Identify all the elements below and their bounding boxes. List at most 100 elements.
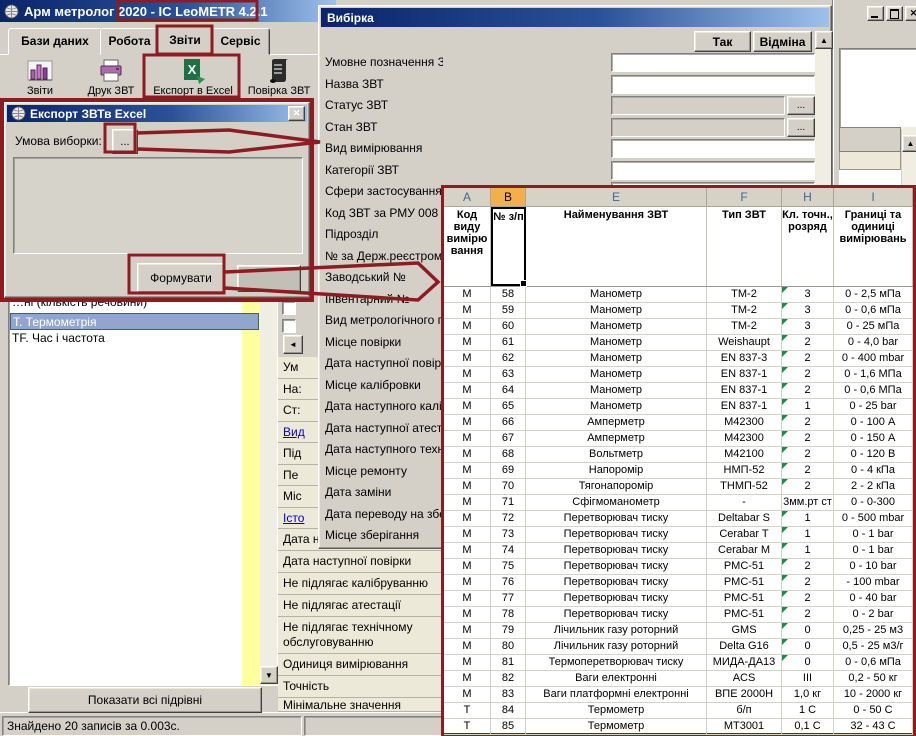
checkbox-2[interactable]	[282, 319, 296, 333]
table-cell: 78	[491, 607, 526, 623]
column-header-F[interactable]: Тип ЗВТ	[707, 207, 782, 286]
table-row[interactable]: М82Ваги електронніACSIII0,2 - 50 кг	[444, 671, 913, 687]
scroll-up-icon[interactable]: ▲	[902, 135, 916, 152]
column-header-E[interactable]: Найменування ЗВТ	[526, 207, 707, 286]
field-input-5[interactable]	[611, 161, 815, 180]
list-item-partial[interactable]: …ні (кількість речовини)	[10, 301, 238, 313]
field-input-2[interactable]	[611, 96, 785, 115]
table-row[interactable]: М76Перетворювач тискуPMC-512- 100 mbar	[444, 575, 913, 591]
table-row[interactable]: Т85ТермометрМТ30010,1 С32 - 43 С	[444, 719, 913, 735]
tab-Сервіс[interactable]: Сервіс	[211, 28, 270, 55]
browse-condition-button[interactable]: ...	[112, 129, 138, 154]
column-letter-F[interactable]: F	[707, 188, 782, 206]
list-scrollbar[interactable]: ▼	[260, 301, 277, 685]
table-cell: 2 - 2 кПа	[834, 479, 913, 495]
maximize-button[interactable]	[886, 6, 903, 21]
detail-row[interactable]: Не підлягає калібруванню	[278, 573, 441, 595]
column-letter-A[interactable]: A	[444, 188, 491, 206]
column-letter-I[interactable]: I	[834, 188, 913, 206]
table-row[interactable]: М66АмперметрМ4230020 - 100 А	[444, 415, 913, 431]
table-cell: НМП-52	[707, 463, 782, 479]
show-all-sublevels-button[interactable]: Показати всі підрівні	[28, 687, 262, 713]
toolbar-button-scroll[interactable]: Повірка ЗВТ	[242, 57, 316, 97]
table-cell: МТ3001	[707, 719, 782, 735]
table-cell: 0 - 100 А	[834, 415, 913, 431]
cancel-button[interactable]: Відміна	[753, 31, 812, 52]
table-row[interactable]: М65МанометрEN 837-110 - 25 bar	[444, 399, 913, 415]
list-item[interactable]: Т. Термометрія	[10, 313, 259, 330]
column-header-H[interactable]: Кл. точн., розряд	[782, 207, 834, 286]
table-cell: Weishaupt	[707, 335, 782, 351]
selection-dialog-titlebar[interactable]: Вибірка	[321, 8, 829, 27]
table-row[interactable]: М73Перетворювач тискуCerabar T10 - 1 bar	[444, 527, 913, 543]
column-header-A[interactable]: Код виду вимірю вання	[444, 207, 491, 286]
background-grid-header	[839, 127, 901, 152]
generate-button[interactable]: Формувати	[137, 263, 225, 293]
field-input-1[interactable]	[611, 75, 815, 94]
table-row[interactable]: М63МанометрEN 837-120 - 1,6 МПа	[444, 367, 913, 383]
condition-listbox[interactable]	[13, 157, 303, 254]
table-row[interactable]: М60МанометрТМ-230 - 25 мПа	[444, 319, 913, 335]
field-input-4[interactable]	[611, 139, 815, 158]
table-row[interactable]: М68ВольтметрМ4210020 - 120 В	[444, 447, 913, 463]
table-row[interactable]: М71Сфігмоманометр-3мм.рт ст0 - 0-300	[444, 495, 913, 511]
field-browse-button-3[interactable]: ...	[787, 118, 815, 137]
list-item[interactable]: TF. Час і частота	[10, 330, 259, 347]
tab-Звіти[interactable]: Звіти	[157, 26, 213, 55]
field-input-3[interactable]	[611, 118, 785, 137]
column-letter-E[interactable]: E	[526, 188, 707, 206]
detail-row[interactable]: Мінімальне значення	[278, 698, 441, 712]
detail-row[interactable]: Не підлягає технічному обслуговуванню	[278, 617, 441, 654]
table-row[interactable]: М62МанометрEN 837-320 - 400 mbar	[444, 351, 913, 367]
table-row[interactable]: Т84Термометрб/п1 С0 - 50 С	[444, 703, 913, 719]
detail-row[interactable]: Точність	[278, 676, 441, 698]
table-row[interactable]: М81Термоперетворювач тискуМИДА-ДА1300 - …	[444, 655, 913, 671]
scroll-up-icon[interactable]: ▲	[815, 31, 833, 49]
table-row[interactable]: М70ТягонапоромірТНМП-5222 - 2 кПа	[444, 479, 913, 495]
table-row[interactable]: М64МанометрEN 837-120 - 0,6 МПа	[444, 383, 913, 399]
checkbox-1[interactable]	[282, 301, 296, 315]
table-row[interactable]: М83Ваги платформні електронніВПЕ 2000Н1,…	[444, 687, 913, 703]
minimize-button[interactable]	[867, 6, 884, 21]
field-browse-button-2[interactable]: ...	[787, 96, 815, 115]
tab-Робота[interactable]: Робота	[100, 28, 159, 55]
close-button[interactable]: ✕	[905, 6, 916, 21]
table-row[interactable]: М61МанометрWeishaupt20 - 4,0 bar	[444, 335, 913, 351]
toolbar-button-excel[interactable]: XЕкспорт в Excel	[146, 57, 240, 97]
table-row[interactable]: М78Перетворювач тискуPMC-5120 - 2 bar	[444, 607, 913, 623]
column-letter-H[interactable]: H	[782, 188, 834, 206]
scroll-left-button[interactable]: ◄	[283, 335, 303, 354]
table-cell: 58	[491, 287, 526, 303]
table-row[interactable]: М59МанометрТМ-230 - 0,6 мПа	[444, 303, 913, 319]
column-header-B[interactable]: № з/п	[491, 207, 526, 286]
tab-Бази даних[interactable]: Бази даних	[8, 28, 102, 55]
table-row[interactable]: М58МанометрТМ-230 - 2,5 мПа	[444, 287, 913, 303]
table-cell: 0,1 С	[782, 719, 834, 735]
detail-row[interactable]: Дата наступної повірки	[278, 551, 441, 573]
main-title-bar: Арм метролог 2020 - IC LeoMETR 4.2.1	[0, 0, 336, 22]
table-row[interactable]: М80Лічильник газу роторнийDelta G1600,5 …	[444, 639, 913, 655]
export-dialog-titlebar[interactable]: Експорт ЗВТв Excel ✕	[7, 105, 307, 122]
ok-button[interactable]: Так	[694, 31, 751, 52]
table-row[interactable]: М74Перетворювач тискуCerabar M10 - 1 bar	[444, 543, 913, 559]
table-row[interactable]: М77Перетворювач тискуPMC-5120 - 40 bar	[444, 591, 913, 607]
toolbar-button-printer[interactable]: Друк ЗВТ	[78, 57, 144, 97]
table-row[interactable]: М75Перетворювач тискуPMC-5120 - 10 bar	[444, 559, 913, 575]
table-row[interactable]: М69НапоромірНМП-5220 - 4 кПа	[444, 463, 913, 479]
table-row[interactable]: М67АмперметрМ4230020 - 150 А	[444, 431, 913, 447]
close-button[interactable]: ✕	[288, 106, 305, 121]
column-letter-B[interactable]: B	[491, 188, 526, 206]
scroll-down-icon[interactable]: ▼	[260, 666, 278, 684]
detail-row[interactable]: Одиниця вимірювання	[278, 654, 441, 676]
detail-row-label: Не підлягає атестації	[283, 598, 401, 613]
column-header-I[interactable]: Границі та одиниці вимірювань	[834, 207, 913, 286]
background-scrollbar[interactable]: ▲	[902, 127, 916, 192]
field-input-0[interactable]	[611, 53, 815, 72]
detail-row[interactable]: Не підлягає атестації	[278, 595, 441, 617]
table-row[interactable]: М79Лічильник газу роторнийGMS00,25 - 25 …	[444, 623, 913, 639]
secondary-button[interactable]	[237, 265, 301, 292]
toolbar-button-chart[interactable]: Звіти	[12, 57, 68, 97]
fill-handle[interactable]	[520, 280, 527, 287]
table-cell: Манометр	[526, 335, 707, 351]
table-row[interactable]: М72Перетворювач тискуDeltabar S10 - 500 …	[444, 511, 913, 527]
